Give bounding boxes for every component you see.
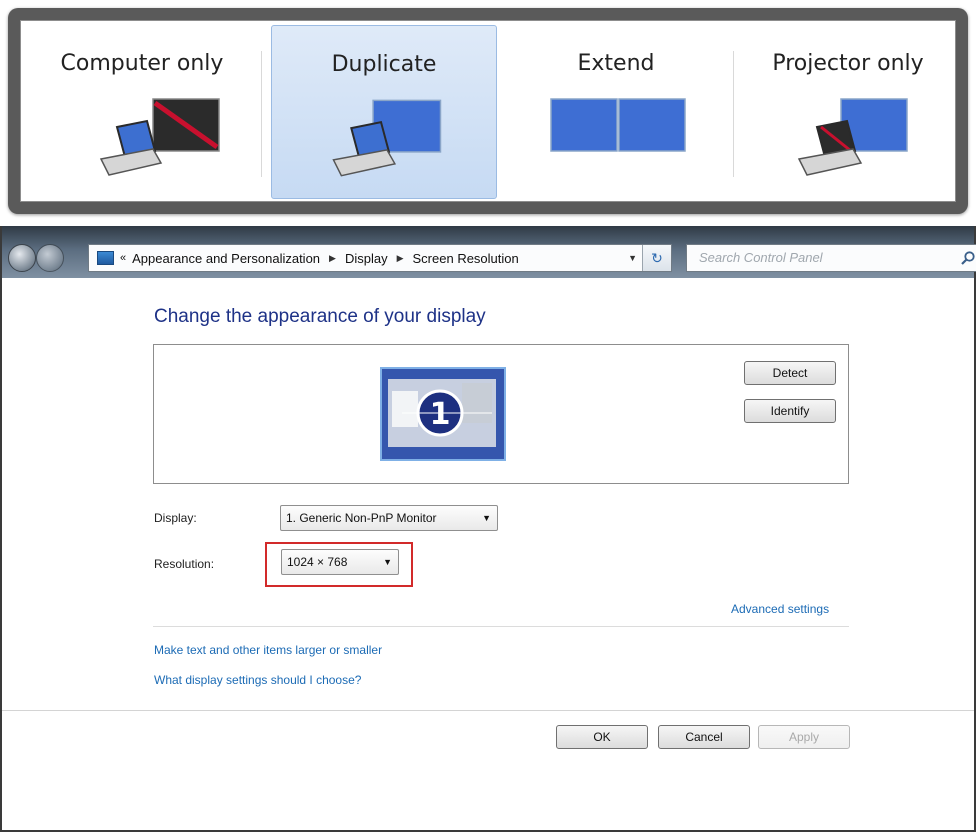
option-divider bbox=[261, 51, 262, 177]
option-divider bbox=[733, 51, 734, 177]
monitor-number: 1 bbox=[430, 397, 451, 432]
option-label: Projector only bbox=[772, 51, 924, 76]
option-label: Computer only bbox=[60, 51, 224, 76]
chevron-down-icon: ▼ bbox=[482, 513, 491, 523]
chevron-down-icon: ▼ bbox=[383, 557, 392, 567]
section-divider bbox=[153, 626, 849, 627]
option-computer-only[interactable]: Computer only bbox=[29, 25, 255, 199]
search-icon[interactable] bbox=[960, 250, 976, 266]
detect-button[interactable]: Detect bbox=[744, 361, 836, 385]
back-button[interactable] bbox=[8, 244, 36, 272]
chevron-right-icon: ▶ bbox=[396, 252, 404, 263]
search-input[interactable]: Search Control Panel bbox=[686, 244, 976, 272]
identify-button[interactable]: Identify bbox=[744, 399, 836, 423]
screen-resolution-window: « Appearance and Personalization ▶ Displ… bbox=[0, 226, 976, 832]
chevron-right-icon: ▶ bbox=[329, 252, 336, 263]
text-size-link[interactable]: Make text and other items larger or smal… bbox=[154, 643, 382, 657]
option-label: Extend bbox=[577, 51, 655, 76]
display-label: Display: bbox=[154, 511, 197, 525]
chevron-double-left-icon: « bbox=[120, 252, 127, 264]
computer-only-icon bbox=[99, 98, 220, 176]
display-help-link[interactable]: What display settings should I choose? bbox=[154, 673, 361, 687]
advanced-settings-link[interactable]: Advanced settings bbox=[731, 602, 829, 616]
ok-button[interactable]: OK bbox=[556, 725, 648, 749]
duplicate-icon bbox=[332, 99, 442, 177]
projection-options-panel: Computer only Duplicate Extend Projector… bbox=[20, 20, 956, 202]
breadcrumb-item[interactable]: Display bbox=[345, 251, 388, 266]
extend-icon bbox=[550, 98, 686, 152]
breadcrumb-item[interactable]: Appearance and Personalization bbox=[132, 251, 320, 266]
resolution-select-value: 1024 × 768 bbox=[287, 555, 348, 569]
projection-switcher: Computer only Duplicate Extend Projector… bbox=[8, 8, 968, 214]
option-projector-only[interactable]: Projector only bbox=[737, 25, 959, 199]
search-placeholder: Search Control Panel bbox=[699, 250, 823, 265]
refresh-icon[interactable]: ↻ bbox=[642, 245, 671, 271]
monitor-layout-area: 1 Detect Identify bbox=[153, 344, 849, 484]
option-label: Duplicate bbox=[331, 52, 437, 77]
page-title: Change the appearance of your display bbox=[154, 306, 486, 327]
display-select-value: 1. Generic Non-PnP Monitor bbox=[286, 511, 437, 525]
projector-only-icon bbox=[797, 98, 908, 176]
footer-divider bbox=[2, 710, 974, 711]
title-bar: « Appearance and Personalization ▶ Displ… bbox=[2, 226, 976, 278]
chevron-down-icon[interactable]: ▼ bbox=[628, 253, 637, 263]
option-duplicate[interactable]: Duplicate bbox=[271, 25, 497, 199]
breadcrumb-item[interactable]: Screen Resolution bbox=[413, 251, 519, 266]
forward-button[interactable] bbox=[36, 244, 64, 272]
address-bar[interactable]: « Appearance and Personalization ▶ Displ… bbox=[88, 244, 672, 272]
resolution-select[interactable]: 1024 × 768 ▼ bbox=[281, 549, 399, 575]
option-extend[interactable]: Extend bbox=[505, 25, 727, 199]
monitor-graphic: 1 bbox=[382, 369, 504, 459]
apply-button[interactable]: Apply bbox=[758, 725, 850, 749]
monitor-1-thumbnail[interactable]: 1 bbox=[380, 367, 506, 461]
resolution-label: Resolution: bbox=[154, 557, 215, 571]
display-select[interactable]: 1. Generic Non-PnP Monitor ▼ bbox=[280, 505, 498, 531]
cancel-button[interactable]: Cancel bbox=[658, 725, 750, 749]
control-panel-icon bbox=[97, 251, 114, 265]
